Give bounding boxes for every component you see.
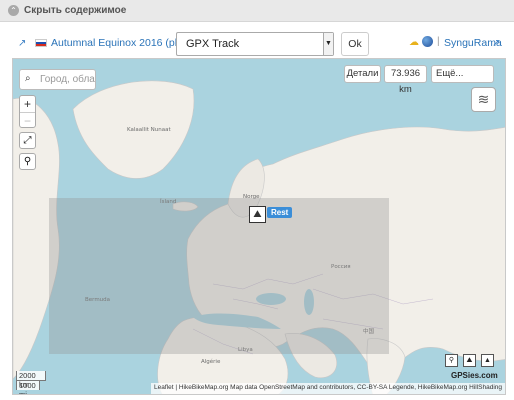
collapse-icon[interactable]: ⌃ xyxy=(8,5,19,16)
rest-marker-label[interactable]: Rest xyxy=(267,207,293,218)
details-button[interactable]: Детали xyxy=(344,65,381,83)
track-select[interactable]: GPX Track ▼ xyxy=(176,32,334,56)
divider: | xyxy=(437,36,440,47)
collapse-label[interactable]: Скрыть содержимое xyxy=(24,5,126,16)
search-icon: ⌕ xyxy=(25,73,31,84)
collapse-toggle[interactable]: ⌃ Скрыть содержимое xyxy=(0,0,514,22)
scale-km: 2000 km xyxy=(16,371,46,389)
map-label: Algérie xyxy=(201,359,221,365)
external-link-icon[interactable]: ↗ xyxy=(18,38,26,49)
bike-icon[interactable]: ⚲ xyxy=(445,354,458,367)
map-attribution[interactable]: Leaflet | HikeBikeMap.org Map data OpenS… xyxy=(151,383,505,394)
map-scale: 2000 km 1000 mi xyxy=(16,371,46,394)
plan-link[interactable]: Autumnal Equinox 2016 (plan) xyxy=(51,37,192,49)
rest-marker-icon[interactable]: ⛰ xyxy=(249,206,266,223)
globe-icon[interactable] xyxy=(422,36,433,47)
fullscreen-button[interactable]: ⤢ xyxy=(19,132,36,149)
track-select-value: GPX Track xyxy=(186,38,240,50)
locate-button[interactable]: ⚲ xyxy=(19,153,36,170)
profile-icon[interactable]: ⛰ xyxy=(463,354,476,367)
elevation-icon[interactable]: ▲ xyxy=(481,354,494,367)
external-link-icon[interactable]: ↗ xyxy=(492,38,500,49)
track-bounds-overlay xyxy=(49,198,389,354)
zoom-in-button[interactable]: + xyxy=(20,96,35,112)
map-canvas[interactable]: Kalaallit Nunaat Ísland Norge Россия 中国 … xyxy=(12,58,506,395)
zoom-out-button[interactable]: − xyxy=(20,112,35,128)
distance-readout: 73.936 km xyxy=(384,65,427,95)
gpsies-logo[interactable]: GPSies.com xyxy=(451,371,498,380)
map-label: Kalaallit Nunaat xyxy=(127,127,171,133)
more-dropdown[interactable]: Ещё... xyxy=(431,65,494,83)
location-search-input[interactable]: ⌕ Город, область xyxy=(19,69,96,90)
scale-mi: 1000 mi xyxy=(16,380,40,394)
layers-icon[interactable]: ≋ xyxy=(471,87,496,112)
map-toolbar: ↗ Autumnal Equinox 2016 (plan) GPX Track… xyxy=(0,22,514,60)
russia-flag-icon xyxy=(35,39,47,47)
zoom-control: + − xyxy=(19,95,36,128)
weather-icon[interactable]: ☁ xyxy=(409,37,419,48)
search-placeholder: Город, область xyxy=(40,74,95,85)
ok-button[interactable]: Ok xyxy=(341,32,369,56)
chevron-down-icon[interactable]: ▼ xyxy=(323,33,333,55)
